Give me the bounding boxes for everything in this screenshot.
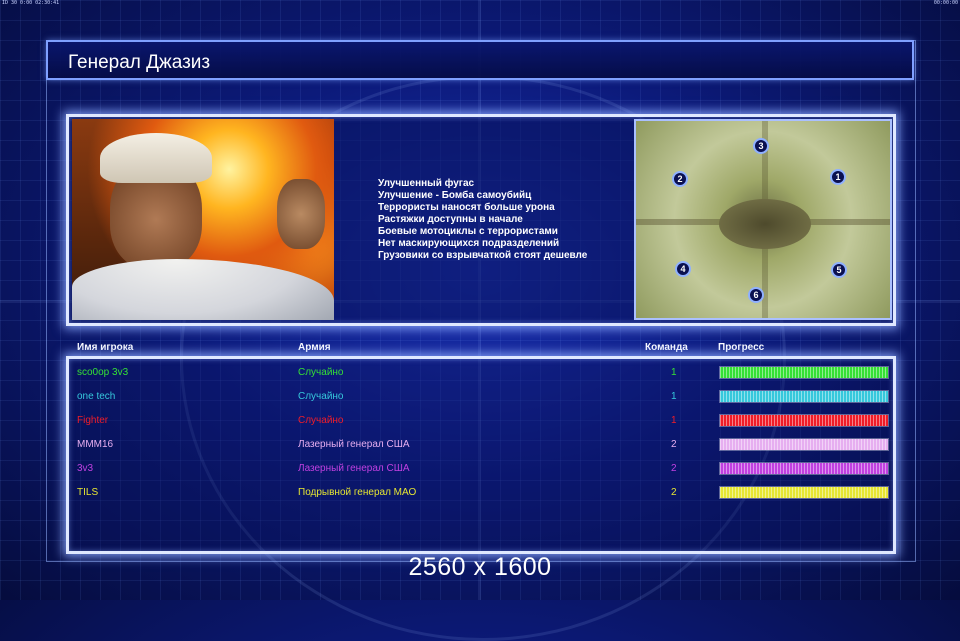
resolution-watermark: 2560 x 1600 (408, 553, 552, 581)
spawn-marker-5[interactable]: 5 (831, 262, 847, 278)
portrait-hand (277, 179, 325, 249)
progress-fill (720, 415, 888, 426)
player-row: one tech Случайно 1 (0, 387, 960, 407)
player-army: Случайно (298, 367, 344, 378)
player-row: TILS Подрывной генерал МАО 2 (0, 483, 960, 503)
bonus-item: Улучшенный фугас (378, 178, 475, 189)
status-right: 00:00:00 (933, 0, 958, 6)
map-preview: 1 2 3 4 5 6 (634, 119, 892, 320)
bonus-item: Растяжки доступны в начале (378, 214, 523, 225)
page-title: Генерал Джазиз (68, 52, 211, 73)
player-army: Лазерный генерал США (298, 439, 410, 450)
progress-fill (720, 391, 888, 402)
player-team: 1 (671, 391, 677, 402)
player-army: Лазерный генерал США (298, 463, 410, 474)
loading-progress-bar (719, 486, 889, 499)
player-row: 3v3 Лазерный генерал США 2 (0, 459, 960, 479)
player-team: 2 (671, 487, 677, 498)
progress-fill (720, 487, 888, 498)
general-portrait (72, 119, 334, 320)
loading-progress-bar (719, 366, 889, 379)
player-name: 3v3 (77, 463, 94, 474)
spawn-marker-6[interactable]: 6 (748, 287, 764, 303)
loading-progress-bar (719, 462, 889, 475)
progress-fill (720, 367, 888, 378)
column-header-player: Имя игрока (77, 342, 134, 353)
bonus-item: Боевые мотоциклы с террористами (378, 226, 558, 237)
player-team: 1 (671, 367, 677, 378)
status-left: ID 30 0:00 02:30:41 (2, 0, 60, 6)
column-header-army: Армия (298, 342, 331, 353)
title-bar: Генерал Джазиз (46, 40, 914, 80)
bonus-item: Террористы наносят больше урона (378, 202, 555, 213)
player-row: sco0op 3v3 Случайно 1 (0, 363, 960, 383)
loading-progress-bar (719, 414, 889, 427)
player-row: Fighter Случайно 1 (0, 411, 960, 431)
column-header-team: Команда (645, 342, 688, 353)
player-team: 2 (671, 463, 677, 474)
portrait-turban (100, 133, 212, 183)
player-army: Случайно (298, 415, 344, 426)
loading-progress-bar (719, 390, 889, 403)
map-center-basin (719, 199, 811, 249)
player-name: MMM16 (77, 439, 114, 450)
player-name: sco0op 3v3 (77, 367, 129, 378)
player-army: Случайно (298, 391, 344, 402)
column-header-progress: Прогресс (718, 342, 765, 353)
bonus-item: Нет маскирующихся подразделений (378, 238, 560, 249)
player-army: Подрывной генерал МАО (298, 487, 417, 498)
spawn-marker-1[interactable]: 1 (830, 169, 846, 185)
player-row: MMM16 Лазерный генерал США 2 (0, 435, 960, 455)
player-name: one tech (77, 391, 116, 402)
bonus-item: Улучшение - Бомба самоубийц (378, 190, 532, 201)
progress-fill (720, 439, 888, 450)
spawn-marker-2[interactable]: 2 (672, 171, 688, 187)
progress-fill (720, 463, 888, 474)
status-strip: ID 30 0:00 02:30:41 00:00:00 (0, 0, 960, 6)
player-team: 1 (671, 415, 677, 426)
player-name: Fighter (77, 415, 109, 426)
bonus-item: Грузовики со взрывчаткой стоят дешевле (378, 250, 588, 261)
players-panel (66, 356, 896, 554)
loading-progress-bar (719, 438, 889, 451)
spawn-marker-3[interactable]: 3 (753, 138, 769, 154)
player-team: 2 (671, 439, 677, 450)
spawn-marker-4[interactable]: 4 (675, 261, 691, 277)
player-name: TILS (77, 487, 99, 498)
general-bonuses-list: Улучшенный фугас Улучшение - Бомба самоу… (378, 178, 587, 262)
